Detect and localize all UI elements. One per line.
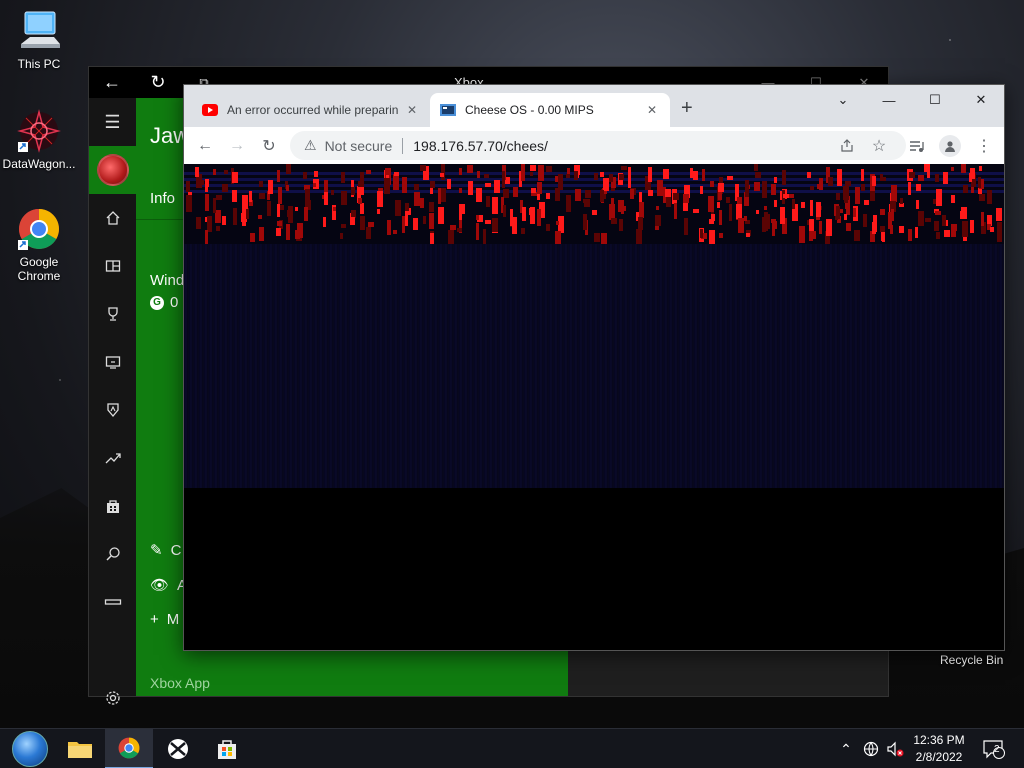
chrome-tab-strip: An error occurred while preparing ✕ Chee… — [184, 85, 1004, 127]
plus-icon: + — [150, 611, 159, 628]
memory-visualization — [184, 164, 1004, 244]
desktop-icon-label: This PC — [17, 57, 61, 71]
gamerscore-icon: G — [150, 295, 164, 310]
profile-icon[interactable] — [939, 135, 961, 157]
refresh-icon[interactable]: ↻ — [135, 67, 181, 98]
notification-count: 2 — [994, 744, 1000, 755]
system-clock[interactable]: 12:36 PM 2/8/2022 — [908, 732, 970, 766]
store-bag-icon — [218, 740, 236, 759]
customize-button[interactable]: ✎ C — [150, 541, 182, 560]
show-hidden-icons-chevron-icon[interactable]: ⌃ — [836, 729, 856, 768]
start-button[interactable] — [6, 729, 54, 768]
avatar — [96, 154, 129, 186]
tab-youtube[interactable]: An error occurred while preparing ✕ — [192, 93, 430, 127]
tab-close-icon[interactable]: ✕ — [404, 103, 420, 117]
action-label: M — [166, 611, 180, 628]
taskbar: ⌃ 12:36 PM 2/8/2022 2 — [0, 728, 1024, 768]
desktop-icon-this-pc[interactable]: This PC — [0, 8, 78, 71]
reload-icon[interactable]: ↻ — [258, 135, 280, 157]
desktop-icon-label: DataWagon... — [2, 157, 76, 171]
chrome-toolbar: ← → ↻ ⚠ Not secure 198.176.57.70/chees/ … — [184, 127, 1004, 164]
gamerscore-value: 0 — [170, 294, 179, 311]
chrome-close-button[interactable]: ✕ — [958, 85, 1004, 115]
url-text[interactable]: 198.176.57.70/chees/ — [413, 138, 548, 154]
clubs-shield-icon[interactable] — [89, 386, 136, 434]
cheese-os-canvas[interactable] — [184, 164, 1004, 650]
back-arrow-icon[interactable]: ← — [194, 135, 216, 157]
clock-time: 12:36 PM — [913, 733, 965, 747]
profile-avatar[interactable] — [89, 146, 136, 194]
taskbar-file-explorer[interactable] — [56, 729, 104, 768]
achievements-trophy-icon[interactable] — [89, 290, 136, 338]
game-dvr-icon[interactable] — [89, 338, 136, 386]
trending-icon[interactable] — [89, 434, 136, 482]
omnibox[interactable]: ⚠ Not secure 198.176.57.70/chees/ — [290, 131, 906, 160]
cheese-os-icon — [440, 104, 456, 116]
datawagon-icon — [17, 109, 61, 153]
menu-kebab-icon[interactable]: ⋮ — [973, 135, 995, 157]
warning-triangle-icon[interactable]: ⚠ — [304, 137, 317, 154]
desktop-icon-label: Google Chrome — [17, 255, 61, 283]
appear-button[interactable]: 👁 A — [150, 576, 187, 595]
eye-icon: 👁 — [150, 577, 170, 594]
profile-windows-text: Wind — [150, 272, 185, 289]
store-icon[interactable] — [89, 482, 136, 530]
folder-icon — [68, 742, 92, 758]
reading-list-icon[interactable] — [906, 135, 928, 157]
network-globe-icon[interactable] — [860, 729, 882, 768]
chrome-icon — [118, 737, 140, 759]
taskbar-store[interactable] — [203, 729, 251, 768]
pencil-icon: ✎ — [150, 542, 163, 559]
this-pc-icon — [21, 11, 60, 48]
omnibox-divider — [402, 137, 404, 154]
action-center-button[interactable]: 2 — [980, 729, 1008, 768]
xbox-icon — [168, 739, 188, 759]
bookmark-star-icon[interactable]: ☆ — [868, 135, 890, 157]
youtube-icon — [202, 104, 218, 116]
tab-cheese-os[interactable]: Cheese OS - 0.00 MIPS ✕ — [430, 93, 670, 127]
chrome-window: An error occurred while preparing ✕ Chee… — [183, 84, 1005, 651]
search-icon[interactable] — [89, 530, 136, 578]
taskbar-xbox[interactable] — [154, 729, 202, 768]
chrome-maximize-button[interactable]: ☐ — [912, 85, 958, 115]
tab-search-chevron-icon[interactable]: ⌄ — [820, 85, 866, 115]
gamerscore: G 0 — [150, 294, 178, 311]
share-icon[interactable] — [836, 135, 858, 157]
back-icon[interactable]: ← — [89, 67, 135, 98]
tab-title: An error occurred while preparing — [227, 103, 398, 117]
hamburger-menu-icon[interactable]: ☰ — [89, 98, 136, 146]
connect-console-icon[interactable] — [89, 578, 136, 626]
desktop-icon-chrome[interactable]: Google Chrome — [0, 206, 78, 283]
volume-muted-icon[interactable] — [884, 729, 906, 768]
security-status[interactable]: Not secure — [325, 138, 393, 154]
xbox-app-label: Xbox App — [150, 675, 210, 691]
action-label: C — [170, 541, 182, 559]
forward-arrow-icon[interactable]: → — [226, 135, 248, 157]
taskbar-chrome[interactable] — [105, 729, 153, 768]
desktop-icon-recycle-bin[interactable]: Recycle Bin — [940, 653, 1003, 667]
memory-visualization-dark — [184, 244, 1004, 488]
desktop-icon-datawagon[interactable]: DataWagon... — [0, 108, 78, 171]
settings-gear-icon[interactable] — [89, 674, 136, 722]
windows-logo-icon — [12, 731, 48, 767]
tab-close-icon[interactable]: ✕ — [644, 103, 660, 117]
new-tab-button[interactable]: + — [681, 97, 693, 120]
more-button[interactable]: + M — [150, 611, 179, 628]
chrome-icon — [18, 209, 59, 250]
tab-title: Cheese OS - 0.00 MIPS — [465, 103, 594, 117]
home-icon[interactable] — [89, 194, 136, 242]
my-games-icon[interactable] — [89, 242, 136, 290]
clock-date: 2/8/2022 — [915, 750, 963, 764]
chrome-minimize-button[interactable]: — — [866, 85, 912, 115]
xbox-nav-rail: ☰ — [89, 98, 136, 705]
